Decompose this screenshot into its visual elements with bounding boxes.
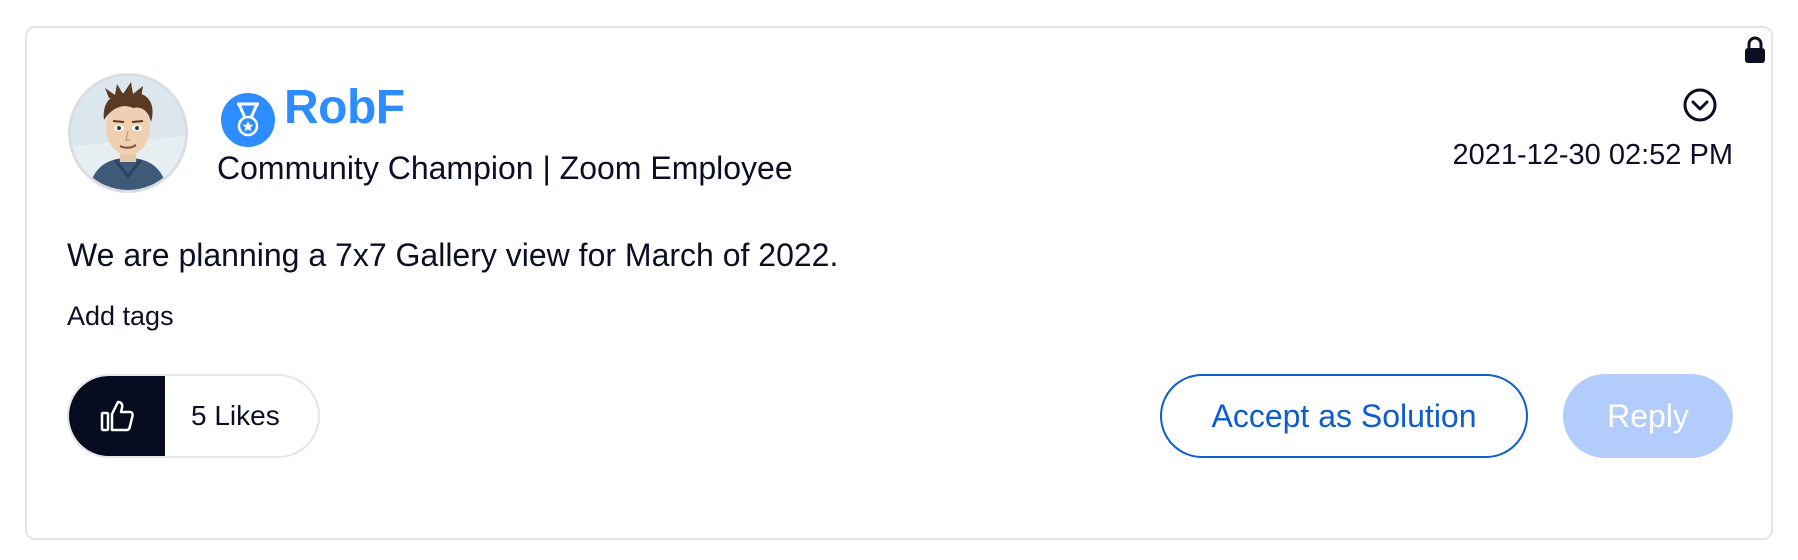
likes-count[interactable]: 5 Likes — [165, 376, 318, 456]
author-rank: Community Champion | Zoom Employee — [217, 150, 793, 186]
avatar[interactable] — [68, 73, 188, 193]
post-options-button[interactable] — [1683, 88, 1717, 122]
post-timestamp: 2021-12-30 02:52 PM — [1452, 139, 1733, 171]
author-name-link[interactable]: RobF — [284, 80, 405, 136]
likes-control: 5 Likes — [67, 374, 320, 458]
post-body: We are planning a 7x7 Gallery view for M… — [67, 237, 839, 273]
lock-icon — [1744, 36, 1766, 64]
accept-solution-button[interactable]: Accept as Solution — [1160, 374, 1528, 458]
thumbs-up-icon — [100, 400, 134, 432]
medal-icon — [220, 92, 276, 148]
reply-button[interactable]: Reply — [1563, 374, 1733, 458]
add-tags-link[interactable]: Add tags — [67, 298, 174, 334]
like-button[interactable] — [69, 376, 165, 456]
user-avatar-icon — [71, 76, 185, 190]
chevron-down-circle-icon — [1683, 88, 1717, 122]
